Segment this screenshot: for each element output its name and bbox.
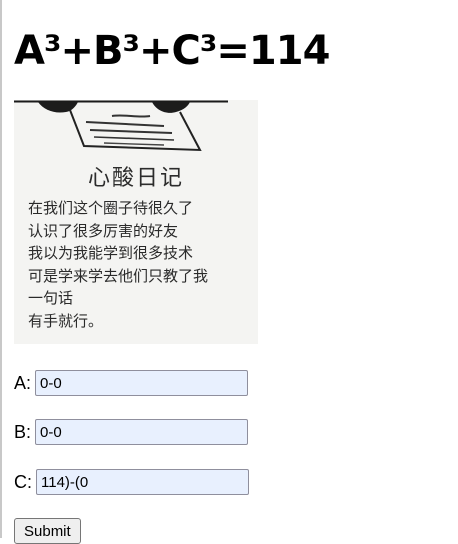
meme-line: 一句话 <box>28 289 74 307</box>
field-a-label: A: <box>14 372 32 393</box>
meme-heading: 心酸日记 <box>87 166 184 191</box>
window-left-border <box>0 0 2 538</box>
field-b-input[interactable] <box>35 419 249 445</box>
meme-image: 心酸日记 在我们这个圈子待很久了 认识了很多厉害的好友 我以为我能学到很多技术 … <box>14 100 258 344</box>
field-b-row: B: <box>14 419 249 445</box>
meme-line: 有手就行。 <box>28 311 104 330</box>
field-c-label: C: <box>14 471 32 492</box>
field-a-input[interactable] <box>35 370 249 396</box>
page-title: A³+B³+C³=114 <box>14 28 330 74</box>
field-b-label: B: <box>14 421 32 442</box>
field-c-input[interactable] <box>36 469 249 495</box>
submit-button[interactable]: Submit <box>14 518 81 544</box>
meme-line: 可是学来学去他们只教了我 <box>28 266 209 285</box>
meme-line: 认识了很多厉害的好友 <box>28 221 179 240</box>
field-c-row: C: <box>14 469 249 495</box>
meme-line: 我以为我能学到很多技术 <box>28 244 194 262</box>
field-a-row: A: <box>14 370 249 396</box>
meme-line: 在我们这个圈子待很久了 <box>28 199 194 217</box>
meme-text: 在我们这个圈子待很久了 认识了很多厉害的好友 我以为我能学到很多技术 可是学来学… <box>28 197 258 332</box>
